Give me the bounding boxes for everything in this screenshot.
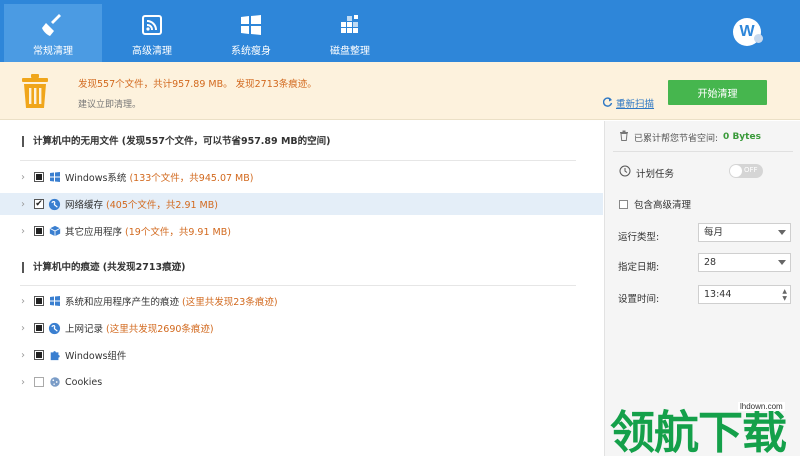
tab-disk-defrag[interactable]: 磁盘整理 [301, 4, 399, 62]
rescan-link[interactable]: 重新扫描 [602, 96, 655, 110]
expand-chevron-icon[interactable]: › [21, 350, 25, 361]
list-item-windows-components[interactable]: › Windows组件 [0, 344, 603, 366]
expand-chevron-icon[interactable]: › [21, 199, 25, 210]
include-advanced-checkbox[interactable]: 包含高级清理 [619, 197, 691, 211]
item-checkbox[interactable] [34, 296, 44, 306]
run-type-label: 运行类型: [618, 232, 660, 243]
include-advanced-label: 包含高级清理 [634, 200, 692, 211]
list-item-browsing-history[interactable]: › 上网记录 (这里共发现2690条痕迹) [0, 317, 603, 339]
refresh-icon [602, 96, 613, 110]
tab-label: 高级清理 [132, 46, 172, 57]
spinner-arrows-icon[interactable]: ▲ ▼ [782, 288, 787, 302]
divider [613, 151, 793, 152]
expand-chevron-icon[interactable]: › [21, 226, 25, 237]
item-checkbox[interactable] [34, 199, 44, 209]
package-icon [48, 225, 61, 238]
item-label: Cookies [65, 376, 103, 388]
space-saved-info: 已累计帮您节省空间: 0 Bytes [619, 130, 761, 144]
divider [20, 285, 576, 286]
time-spinner[interactable]: 13:44 ▲ ▼ [698, 285, 791, 304]
item-label: 网络缓存 (405个文件，共2.91 MB) [65, 200, 218, 211]
expand-chevron-icon[interactable]: › [21, 323, 25, 334]
scan-suggestion-text: 建议立即清理。 [78, 100, 142, 110]
item-checkbox[interactable] [34, 377, 44, 387]
time-label: 设置时间: [618, 294, 660, 305]
clock-icon [619, 165, 631, 180]
list-item-other-apps[interactable]: › 其它应用程序 (19个文件，共9.91 MB) [0, 220, 603, 242]
item-checkbox[interactable] [34, 350, 44, 360]
list-item-windows-system[interactable]: › Windows系统 (133个文件，共945.07 MB) [0, 166, 603, 188]
space-saved-label: 已累计帮您节省空间: [634, 133, 719, 144]
chevron-down-icon [778, 260, 786, 265]
globe-icon [48, 322, 61, 335]
item-label: Windows组件 [65, 351, 127, 362]
tab-label: 系统瘦身 [231, 46, 271, 57]
cookie-icon [48, 376, 61, 389]
site-watermark-url: lhdown.com [738, 402, 785, 411]
item-label: 系统和应用程序产生的痕迹 (这里共发现23条痕迹) [65, 297, 278, 308]
checkbox-box[interactable] [619, 199, 628, 209]
tab-advanced-clean[interactable]: 高级清理 [103, 4, 201, 62]
section-title-traces: 计算机中的痕迹 (共发现2713痕迹) [22, 262, 185, 273]
toggle-knob [730, 165, 742, 177]
list-item-system-traces[interactable]: › 系统和应用程序产生的痕迹 (这里共发现23条痕迹) [0, 290, 603, 312]
globe-icon [48, 198, 61, 211]
date-label: 指定日期: [618, 262, 660, 273]
expand-chevron-icon[interactable]: › [21, 172, 25, 183]
top-navigation-bar: 常规清理 高级清理 系统瘦身 磁盘整理 W [0, 0, 800, 62]
chevron-down-icon [778, 230, 786, 235]
space-saved-value: 0 Bytes [723, 132, 761, 142]
section-title-junk-files: 计算机中的无用文件 (发现557个文件，可以节省957.89 MB的空间) [22, 136, 330, 147]
item-label: Windows系统 (133个文件，共945.07 MB) [65, 173, 254, 184]
disk-defrag-icon [301, 12, 399, 38]
date-select[interactable]: 28 [698, 253, 791, 272]
scan-results-list: 计算机中的无用文件 (发现557个文件，可以节省957.89 MB的空间) › … [0, 121, 603, 456]
item-label: 上网记录 (这里共发现2690条痕迹) [65, 324, 214, 335]
toggle-state-text: OFF [744, 166, 758, 174]
trash-small-icon [619, 130, 629, 144]
tab-label: 常规清理 [33, 46, 73, 57]
broom-icon [4, 12, 102, 38]
item-checkbox[interactable] [34, 172, 44, 182]
schedule-task-label: 计划任务 [619, 165, 674, 180]
item-label: 其它应用程序 (19个文件，共9.91 MB) [65, 227, 231, 238]
scan-result-banner: 发现557个文件，共计957.89 MB。 发现2713条痕迹。 建议立即清理。… [0, 62, 800, 120]
rescan-label: 重新扫描 [616, 99, 655, 110]
schedule-toggle[interactable]: OFF [729, 164, 763, 178]
item-checkbox[interactable] [34, 323, 44, 333]
list-item-cookies[interactable]: › Cookies [0, 371, 603, 393]
item-checkbox[interactable] [34, 226, 44, 236]
windows-icon [48, 295, 61, 308]
trash-bin-icon [20, 73, 50, 112]
avatar-status-dot [754, 34, 763, 43]
scan-summary-text: 发现557个文件，共计957.89 MB。 发现2713条痕迹。 [78, 79, 317, 90]
tab-regular-clean[interactable]: 常规清理 [4, 4, 102, 62]
windows-icon [202, 12, 300, 38]
windows-icon [48, 171, 61, 184]
tab-label: 磁盘整理 [330, 46, 370, 57]
puzzle-icon [48, 349, 61, 362]
divider [20, 160, 576, 161]
expand-chevron-icon[interactable]: › [21, 296, 25, 307]
run-type-select[interactable]: 每月 [698, 223, 791, 242]
expand-chevron-icon[interactable]: › [21, 377, 25, 388]
advanced-clean-icon [103, 12, 201, 38]
list-item-web-cache[interactable]: › 网络缓存 (405个文件，共2.91 MB) [0, 193, 603, 215]
tab-system-slim[interactable]: 系统瘦身 [202, 4, 300, 62]
start-clean-button[interactable]: 开始清理 [668, 80, 767, 105]
